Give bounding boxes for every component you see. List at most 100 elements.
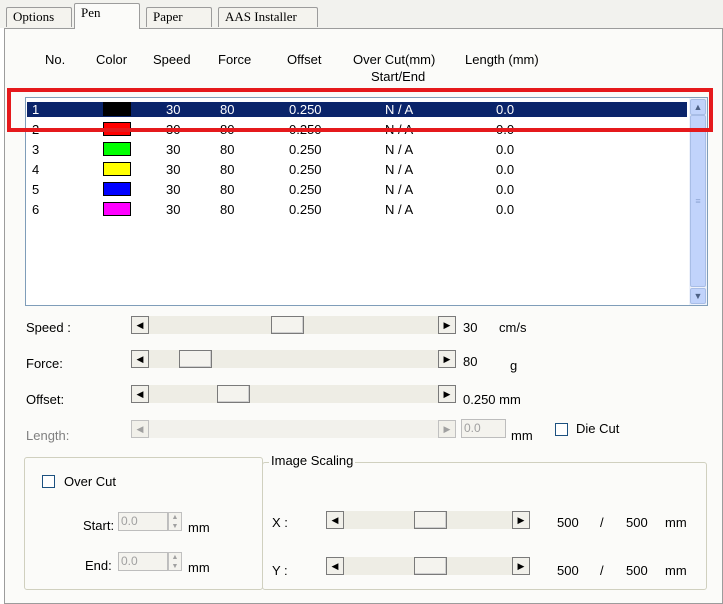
pen-row-5[interactable]: 5 30 80 0.250 N / A 0.0 xyxy=(27,182,687,197)
scaling-y-slider-thumb[interactable] xyxy=(414,557,447,575)
offset-left-arrow-icon[interactable]: ◀ xyxy=(131,385,149,403)
pen-no: 3 xyxy=(32,142,40,157)
offset-right-arrow-icon[interactable]: ▶ xyxy=(438,385,456,403)
speed-slider[interactable]: ◀ ▶ xyxy=(131,316,456,334)
pen-force: 80 xyxy=(220,182,235,197)
pen-overcut: N / A xyxy=(385,142,414,157)
tab-paper-label: Paper xyxy=(153,9,183,24)
col-header-offset: Offset xyxy=(287,52,322,67)
pen-row-4[interactable]: 4 30 80 0.250 N / A 0.0 xyxy=(27,162,687,177)
pen-offset: 0.250 xyxy=(289,142,322,157)
offset-slider[interactable]: ◀ ▶ xyxy=(131,385,456,403)
speed-left-arrow-icon[interactable]: ◀ xyxy=(131,316,149,334)
scaling-x-total: 500 xyxy=(626,515,648,530)
scaling-y-slider[interactable]: ◀ ▶ xyxy=(326,557,530,575)
col-header-length: Length (mm) xyxy=(465,52,539,67)
tab-pen[interactable]: Pen xyxy=(74,3,140,29)
offset-value: 0.250 mm xyxy=(463,392,521,407)
speed-slider-thumb[interactable] xyxy=(271,316,304,334)
overcut-end-unit: mm xyxy=(188,560,210,575)
die-cut-checkbox[interactable] xyxy=(555,423,568,436)
length-right-arrow-icon: ▶ xyxy=(438,420,456,438)
pen-color-swatch xyxy=(103,162,131,176)
pen-row-6[interactable]: 6 30 80 0.250 N / A 0.0 xyxy=(27,202,687,217)
scaling-x-right-arrow-icon[interactable]: ▶ xyxy=(512,511,530,529)
pen-no: 6 xyxy=(32,202,40,217)
force-value: 80 xyxy=(463,354,478,369)
scaling-x-separator: / xyxy=(600,515,604,530)
offset-slider-thumb[interactable] xyxy=(217,385,250,403)
force-left-arrow-icon[interactable]: ◀ xyxy=(131,350,149,368)
pen-offset: 0.250 xyxy=(289,202,322,217)
overcut-end-input: 0.0 xyxy=(118,552,168,571)
overcut-start-label: Start: xyxy=(83,518,115,533)
col-header-overcut-sub: Start/End xyxy=(371,69,426,84)
length-slider: ◀ ▶ xyxy=(131,420,456,438)
pen-overcut: N / A xyxy=(385,182,414,197)
scaling-x-unit: mm xyxy=(665,515,687,530)
scaling-x-slider-thumb[interactable] xyxy=(414,511,447,529)
pen-no: 4 xyxy=(32,162,40,177)
offset-label: Offset: xyxy=(26,392,65,407)
scaling-x-value: 500 xyxy=(557,515,579,530)
pen-speed: 30 xyxy=(166,202,181,217)
overcut-start-input: 0.0 xyxy=(118,512,168,531)
tab-paper[interactable]: Paper xyxy=(146,7,212,27)
pen-force: 80 xyxy=(220,202,235,217)
pen-color-swatch xyxy=(103,202,131,216)
pen-overcut: N / A xyxy=(385,162,414,177)
overcut-start-spinner: ▲ ▼ xyxy=(168,512,182,531)
pen-length: 0.0 xyxy=(496,162,515,177)
scaling-y-value: 500 xyxy=(557,563,579,578)
scaling-y-label: Y : xyxy=(272,563,288,578)
pen-overcut: N / A xyxy=(385,202,414,217)
overcut-checkbox[interactable] xyxy=(42,475,55,488)
length-label: Length: xyxy=(26,428,70,443)
tab-strip: Options Pen Paper AAS Installer xyxy=(0,0,723,29)
pen-speed: 30 xyxy=(166,162,181,177)
pen-color-swatch xyxy=(103,142,131,156)
col-header-force: Force xyxy=(218,52,252,67)
col-header-no: No. xyxy=(45,52,66,67)
speed-value: 30 xyxy=(463,320,478,335)
force-slider-thumb[interactable] xyxy=(179,350,212,368)
tab-pen-label: Pen xyxy=(81,5,101,20)
length-input: 0.0 xyxy=(461,419,506,438)
pen-speed: 30 xyxy=(166,182,181,197)
scaling-x-slider[interactable]: ◀ ▶ xyxy=(326,511,530,529)
pen-row-3[interactable]: 3 30 80 0.250 N / A 0.0 xyxy=(27,142,687,157)
speed-right-arrow-icon[interactable]: ▶ xyxy=(438,316,456,334)
speed-label: Speed : xyxy=(26,320,71,335)
scaling-x-left-arrow-icon[interactable]: ◀ xyxy=(326,511,344,529)
tab-aas-installer[interactable]: AAS Installer xyxy=(218,7,318,27)
scroll-thumb[interactable]: ≡ xyxy=(690,115,706,287)
scaling-x-label: X : xyxy=(272,515,288,530)
speed-unit: cm/s xyxy=(499,320,527,335)
col-header-overcut: Over Cut(mm) xyxy=(353,52,436,67)
scaling-y-separator: / xyxy=(600,563,604,578)
pen-offset: 0.250 xyxy=(289,182,322,197)
scaling-y-right-arrow-icon[interactable]: ▶ xyxy=(512,557,530,575)
tab-options[interactable]: Options xyxy=(6,7,72,27)
scroll-down-arrow-icon[interactable]: ▼ xyxy=(690,288,706,304)
force-slider[interactable]: ◀ ▶ xyxy=(131,350,456,368)
overcut-end-label: End: xyxy=(85,558,112,573)
pen-force: 80 xyxy=(220,142,235,157)
die-cut-label: Die Cut xyxy=(576,421,620,436)
overcut-start-unit: mm xyxy=(188,520,210,535)
overcut-end-spinner: ▲ ▼ xyxy=(168,552,182,571)
pen-no: 5 xyxy=(32,182,40,197)
pen-length: 0.0 xyxy=(496,202,515,217)
force-label: Force: xyxy=(26,356,63,371)
scaling-y-unit: mm xyxy=(665,563,687,578)
overcut-label: Over Cut xyxy=(64,474,117,489)
force-right-arrow-icon[interactable]: ▶ xyxy=(438,350,456,368)
pen-length: 0.0 xyxy=(496,142,515,157)
col-header-speed: Speed xyxy=(153,52,191,67)
length-unit: mm xyxy=(511,428,533,443)
scaling-y-total: 500 xyxy=(626,563,648,578)
force-unit: g xyxy=(510,358,518,373)
pen-speed: 30 xyxy=(166,142,181,157)
tab-aas-installer-label: AAS Installer xyxy=(225,9,297,24)
scaling-y-left-arrow-icon[interactable]: ◀ xyxy=(326,557,344,575)
